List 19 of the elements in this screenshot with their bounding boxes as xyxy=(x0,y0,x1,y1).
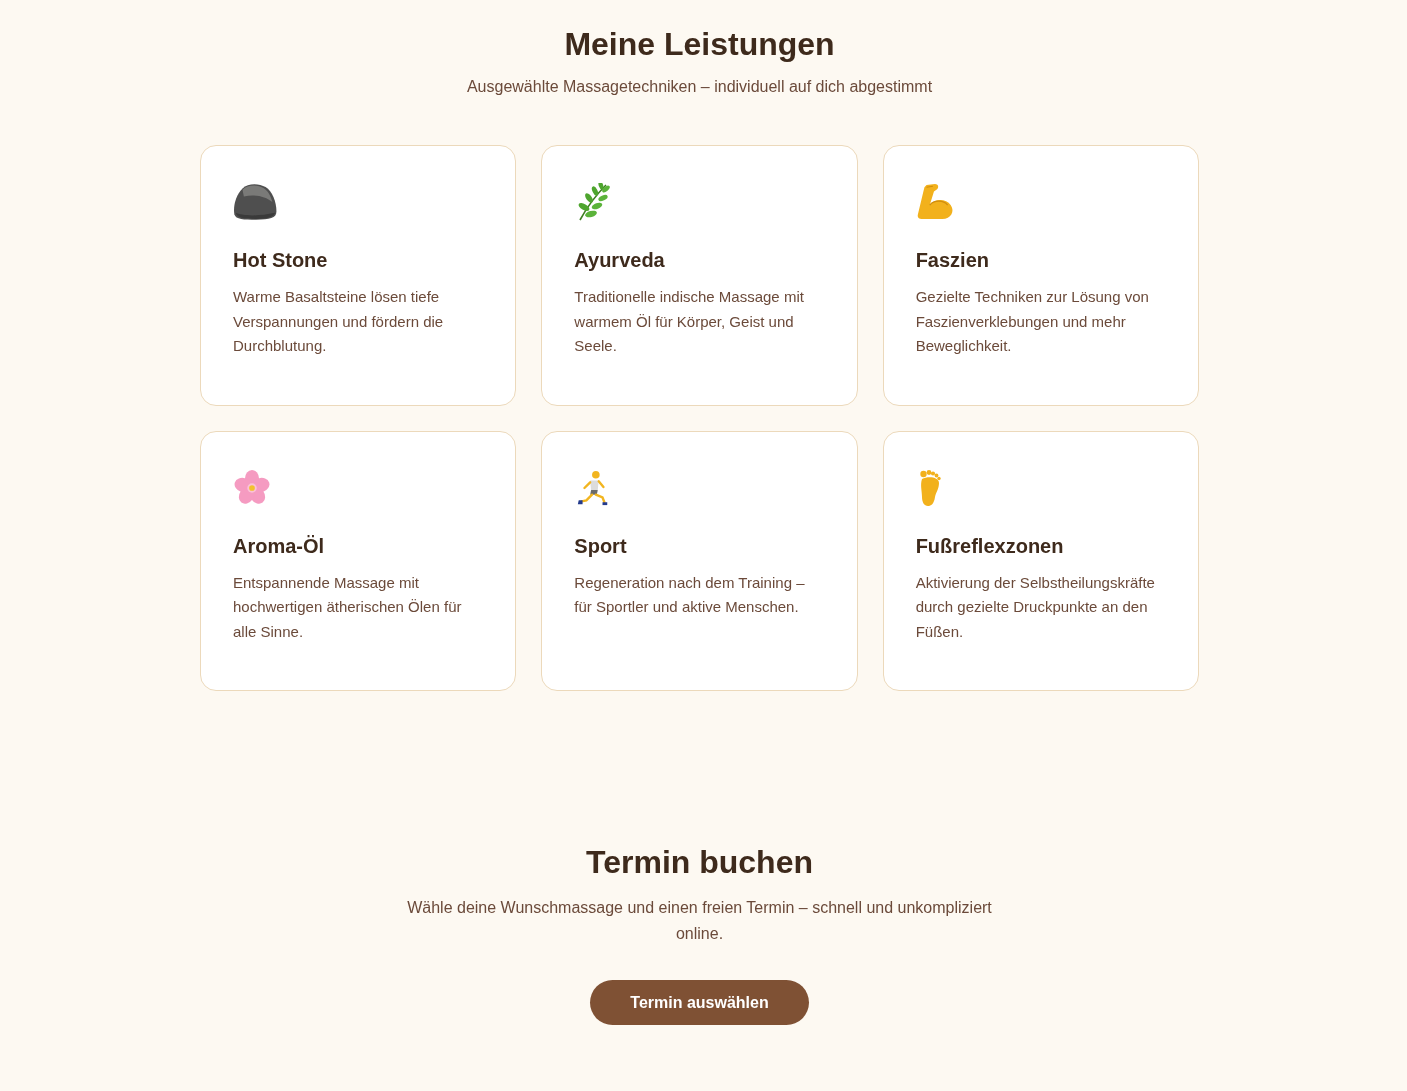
section-heading: Meine Leistungen xyxy=(564,25,835,63)
card-description: Gezielte Techniken zur Lösung von Faszienverklebungen und mehr Beweglichkeit. xyxy=(915,287,1150,356)
card-title: Faszien xyxy=(915,248,990,273)
section-heading: Termin buchen xyxy=(586,843,813,881)
rock-icon xyxy=(233,183,278,221)
booking-description: Wähle deine Wunschmassage und einen freien Termin – schnell und unkompliziert online. xyxy=(406,898,993,944)
card-description: Entspannende Massage mit hochwertigen ätherischen Ölen für alle Sinne. xyxy=(233,572,463,642)
card-title: Ayurveda xyxy=(574,248,666,273)
card-title: Hot Stone xyxy=(233,248,329,273)
choose-appointment-button[interactable]: Termin auswählen xyxy=(590,980,809,1025)
card-title: Aroma-Öl xyxy=(233,533,326,559)
card-title: Fußreflexzonen xyxy=(915,533,1065,559)
blossom-icon xyxy=(233,468,271,507)
card-title: Sport xyxy=(574,533,628,559)
card-description: Regeneration nach dem Training – für Sportler und aktive Menschen. xyxy=(574,572,806,617)
card-description: Aktivierung der Selbstheilungskräfte durch gezielte Druckpunkte an den Füßen. xyxy=(915,572,1156,642)
section-subtitle: Ausgewählte Massagetechniken – individuell auf dich abgestimmt xyxy=(466,77,933,97)
card-description: Traditionelle indische Massage mit warmem Öl für Körper, Geist und Seele. xyxy=(574,287,805,356)
card-description: Warme Basaltsteine lösen tiefe Verspannungen und fördern die Durchblutung. xyxy=(233,287,445,356)
